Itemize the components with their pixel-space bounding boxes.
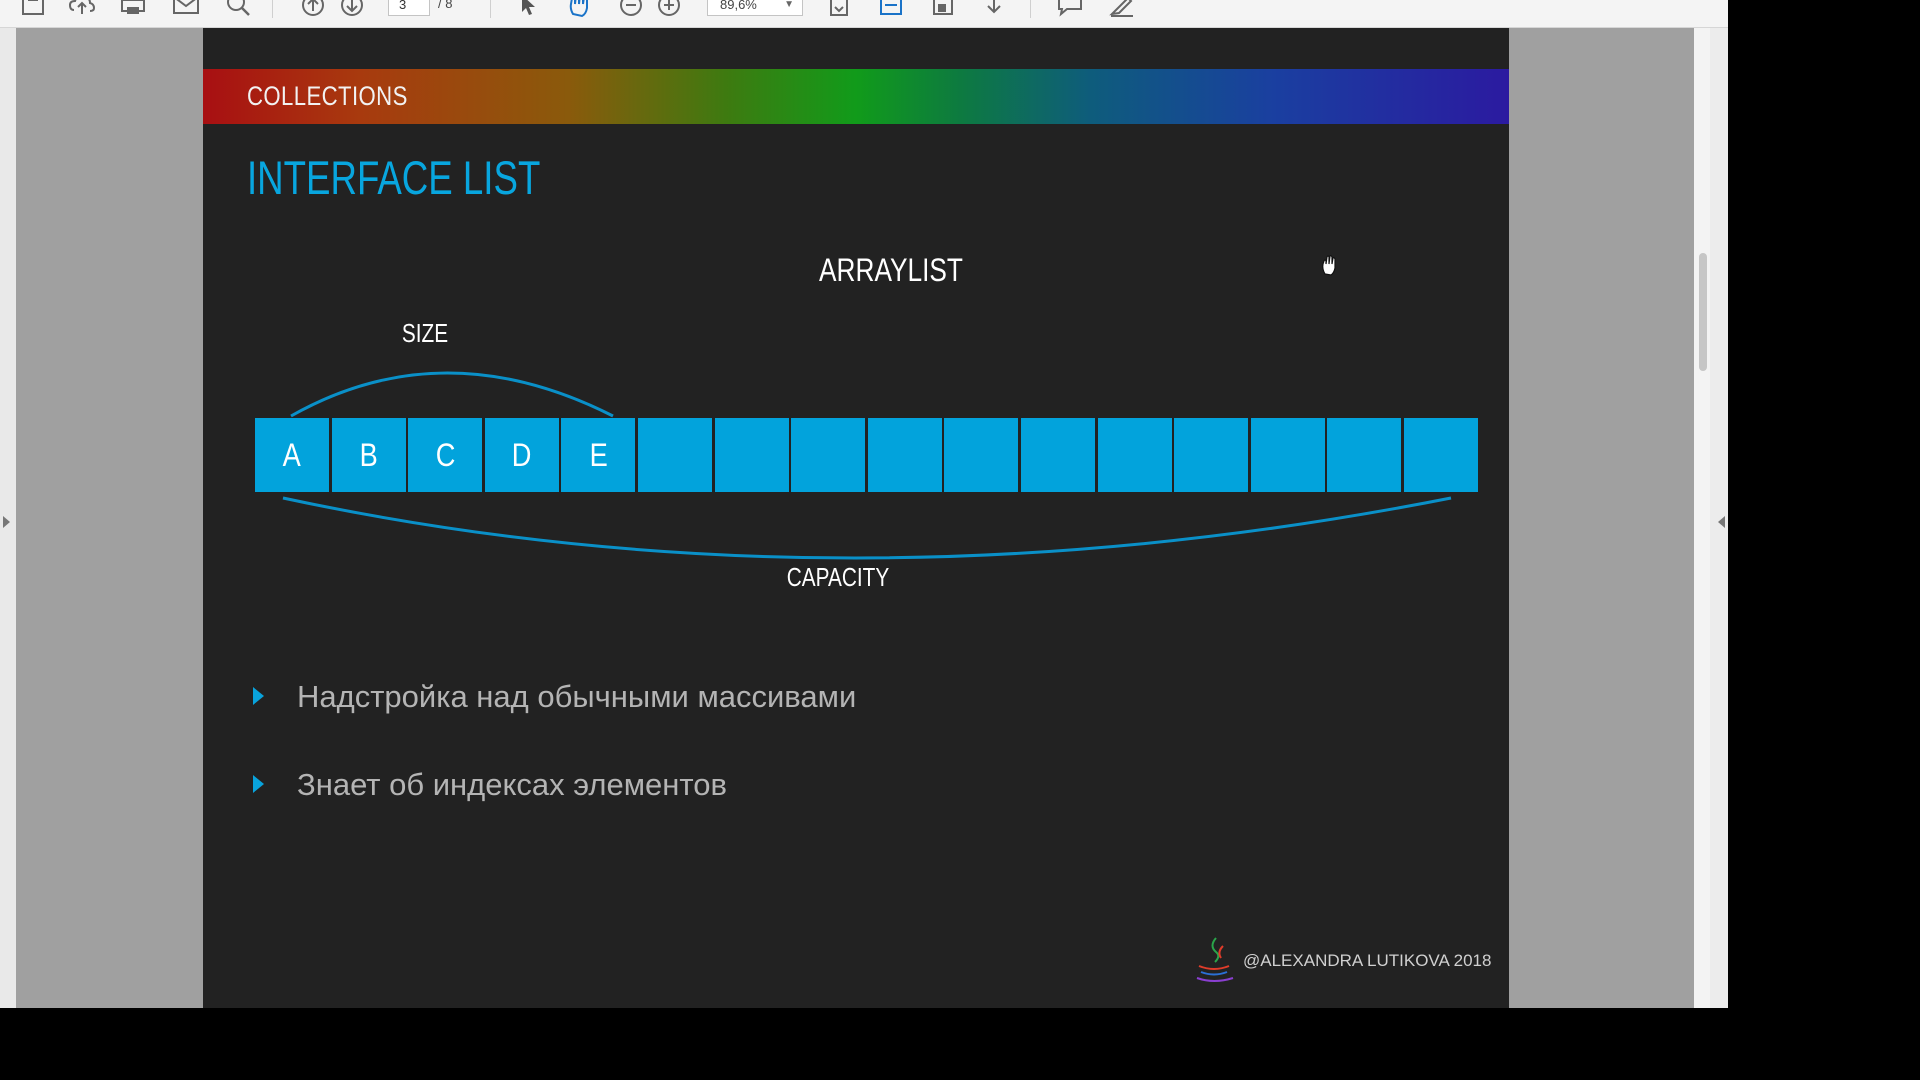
array-cell: [1403, 418, 1478, 492]
rotate-icon[interactable]: [930, 0, 956, 18]
footer-credit: @ALEXANDRA LUTIKOVA 2018: [1243, 951, 1492, 970]
bullet-text: Знает об индексах элементов: [297, 767, 727, 802]
toolbar: 3 / 8 89,6% ▼: [0, 0, 1728, 28]
upload-icon[interactable]: [68, 0, 96, 18]
download-icon[interactable]: [982, 0, 1006, 18]
bullet-arrow-icon: [253, 687, 264, 705]
array-cell: C: [408, 418, 483, 492]
array-cell: [791, 418, 866, 492]
array-cells: A B C D E: [255, 418, 1481, 492]
sign-icon[interactable]: [1108, 0, 1136, 18]
array-cell-label: E: [589, 437, 608, 473]
toolbar-separator: [490, 0, 491, 18]
array-cell: [1020, 418, 1095, 492]
fit-page-icon[interactable]: [826, 0, 852, 18]
capacity-arc: [282, 496, 1452, 560]
array-cell-label: D: [511, 437, 532, 473]
expand-left-panel-icon[interactable]: [3, 516, 10, 528]
scrollbar-thumb[interactable]: [1699, 253, 1707, 371]
print-icon[interactable]: [120, 0, 146, 18]
toolbar-separator: [1030, 0, 1031, 18]
page-up-icon[interactable]: [300, 0, 326, 18]
vertical-scrollbar[interactable]: [1694, 28, 1710, 1008]
array-cell-label: C: [435, 437, 456, 473]
zoom-in-icon[interactable]: [656, 0, 682, 18]
left-panel-toggle[interactable]: [0, 28, 16, 1008]
array-cell: [1250, 418, 1325, 492]
toolbar-separator: [272, 0, 273, 18]
page-down-icon[interactable]: [339, 0, 365, 18]
mail-icon[interactable]: [172, 0, 200, 18]
search-icon[interactable]: [225, 0, 251, 18]
bullet-arrow-icon: [253, 775, 264, 793]
java-logo-icon: [1196, 937, 1234, 982]
array-cell: B: [331, 418, 406, 492]
diagram-arcs: [282, 371, 1452, 560]
save-icon[interactable]: [20, 0, 46, 18]
slide-page: COLLECTIONS INTERFACE LIST ARRAYLIST SIZ…: [203, 28, 1509, 1008]
page-number-input[interactable]: 3: [388, 0, 430, 16]
page-total: / 8: [438, 0, 453, 11]
zoom-out-icon[interactable]: [618, 0, 644, 18]
array-cell: [1174, 418, 1249, 492]
bullet-text: Надстройка над обычными массивами: [297, 679, 857, 714]
capacity-label: CAPACITY: [786, 562, 890, 592]
array-cell-label: A: [282, 437, 302, 473]
array-cell: [867, 418, 942, 492]
array-cell: D: [484, 418, 559, 492]
zoom-select[interactable]: 89,6% ▼: [707, 0, 803, 16]
array-cell: [944, 418, 1019, 492]
array-cell: [1097, 418, 1172, 492]
hand-tool-icon[interactable]: [566, 0, 592, 18]
expand-right-panel-icon[interactable]: [1718, 516, 1725, 528]
comment-icon[interactable]: [1056, 0, 1084, 18]
array-cell: E: [561, 418, 636, 492]
array-cell-label: B: [359, 437, 378, 473]
array-cell: A: [255, 418, 329, 492]
size-arc: [290, 371, 614, 418]
select-cursor-icon[interactable]: [516, 0, 540, 18]
array-cell: [1327, 418, 1402, 492]
array-cell: [637, 418, 712, 492]
chevron-down-icon: ▼: [784, 0, 794, 10]
pdf-viewer-window: 3 / 8 89,6% ▼ COLLECTIONS INTERFACE LIST…: [0, 0, 1728, 1008]
fit-width-icon[interactable]: [878, 0, 904, 18]
hand-cursor-icon: [1322, 255, 1336, 276]
array-cell: [714, 418, 789, 492]
zoom-value: 89,6%: [720, 0, 757, 12]
